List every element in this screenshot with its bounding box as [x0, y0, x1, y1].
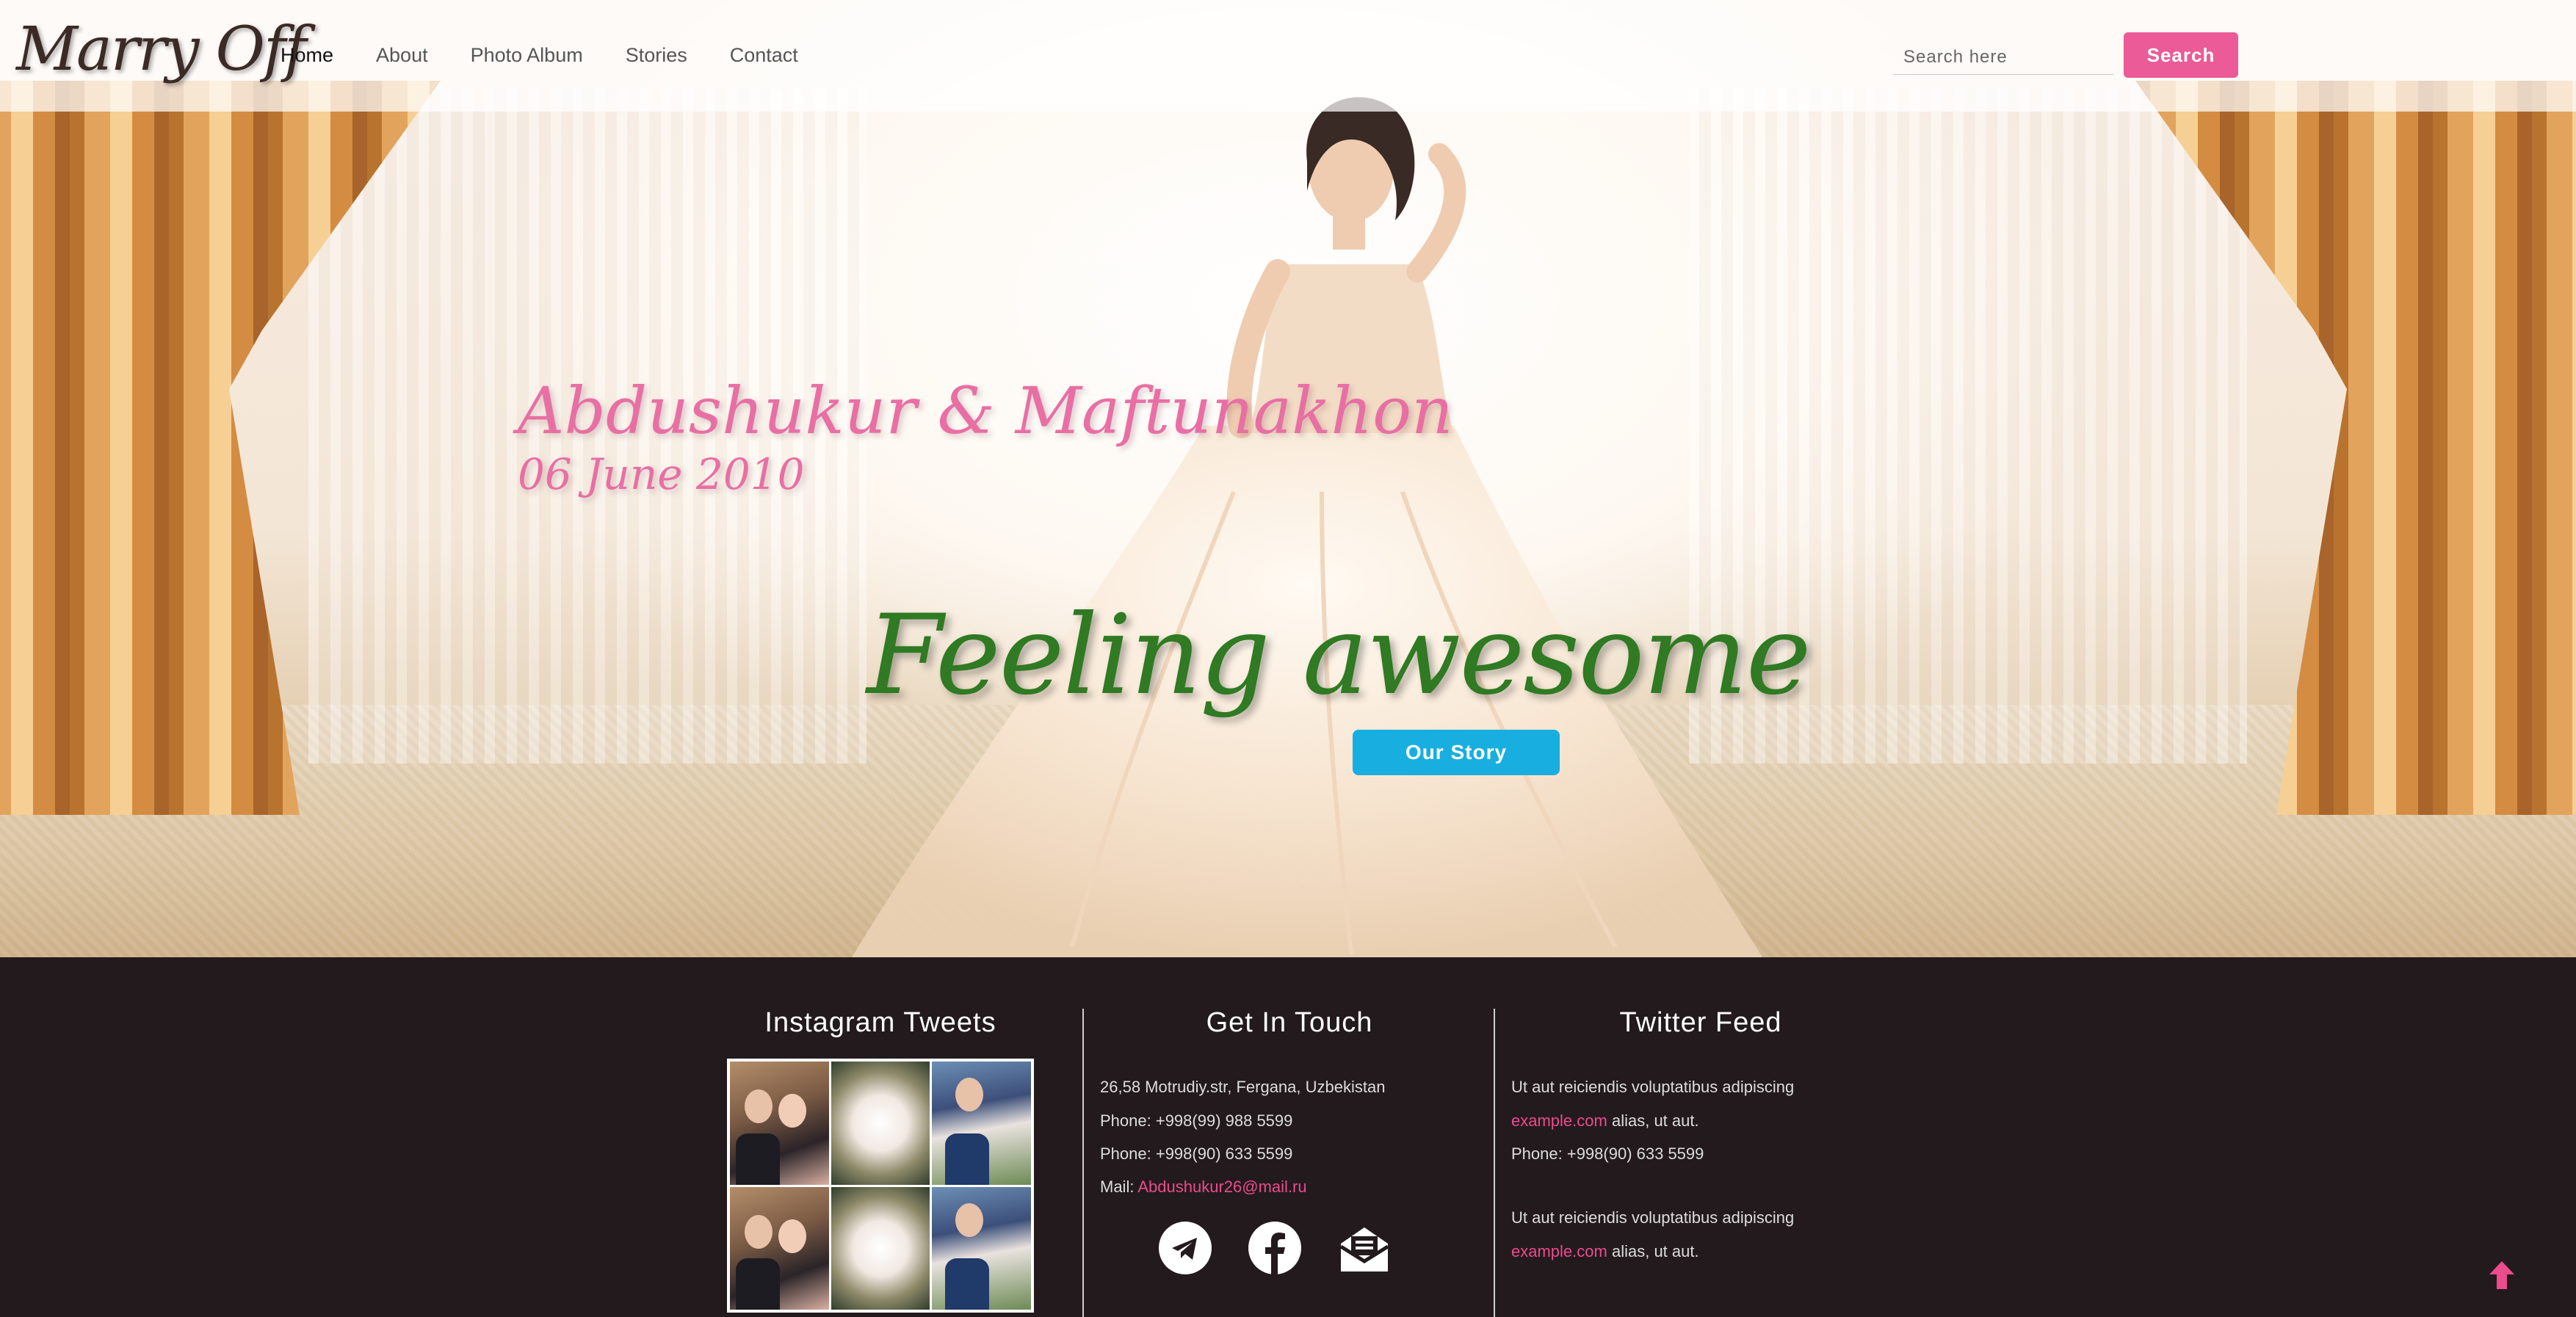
- twitter-tail-1: alias, ut aut.: [1611, 1111, 1699, 1130]
- hero-tagline: Feeling awesome: [866, 592, 1812, 719]
- instagram-photo[interactable]: [730, 1062, 829, 1185]
- instagram-photo[interactable]: [831, 1062, 930, 1185]
- contact-phone-1: Phone: +998(99) 988 5599: [1100, 1111, 1293, 1130]
- couple-names: Abdushukur & Maftunakhon: [518, 373, 1453, 449]
- site-footer: Instagram Tweets Get In Touch 26,58 Motr…: [0, 957, 2576, 1317]
- our-story-button[interactable]: Our Story: [1353, 730, 1560, 775]
- wedding-date: 06 June 2010: [518, 449, 805, 499]
- instagram-photo[interactable]: [831, 1186, 930, 1310]
- bride-figure: [852, 97, 1762, 957]
- footer-divider: [1494, 1009, 1495, 1317]
- instagram-photo[interactable]: [730, 1186, 829, 1310]
- instagram-photo[interactable]: [932, 1186, 1031, 1310]
- search-input[interactable]: [1893, 40, 2113, 75]
- mail-link[interactable]: Abdushukur26@mail.ru: [1137, 1178, 1306, 1196]
- twitter-link-1[interactable]: example.com: [1511, 1111, 1607, 1130]
- arrow-up-icon[interactable]: [2483, 1257, 2520, 1296]
- facebook-icon[interactable]: [1248, 1222, 1301, 1274]
- instagram-photo[interactable]: [932, 1062, 1031, 1185]
- top-navbar: Marry Off Home About Photo Album Stories…: [0, 0, 2576, 112]
- main-nav: Home About Photo Album Stories Contact: [281, 44, 798, 67]
- nav-item-about[interactable]: About: [376, 44, 428, 67]
- twitter-line-1: Ut aut reiciendis voluptatibus adipiscin…: [1511, 1078, 1795, 1096]
- footer-divider: [1082, 1009, 1084, 1317]
- instagram-title: Instagram Tweets: [764, 1007, 996, 1038]
- search-button[interactable]: Search: [2124, 32, 2238, 78]
- twitter-link-line-2: example.com alias, ut aut.: [1511, 1242, 1699, 1261]
- twitter-link-2[interactable]: example.com: [1511, 1242, 1607, 1260]
- hero-banner: [0, 0, 2576, 957]
- twitter-tail-2: alias, ut aut.: [1611, 1242, 1699, 1260]
- twitter-line-2: Ut aut reiciendis voluptatibus adipiscin…: [1511, 1208, 1795, 1227]
- nav-item-home[interactable]: Home: [281, 44, 333, 67]
- mail-icon[interactable]: [1338, 1222, 1391, 1274]
- contact-title: Get In Touch: [1206, 1007, 1373, 1038]
- telegram-icon[interactable]: [1159, 1222, 1212, 1274]
- twitter-title: Twitter Feed: [1619, 1007, 1782, 1038]
- mail-label: Mail:: [1100, 1178, 1135, 1196]
- contact-address: 26,58 Motrudiy.str, Fergana, Uzbekistan: [1100, 1078, 1386, 1096]
- nav-item-photo-album[interactable]: Photo Album: [471, 44, 583, 67]
- nav-item-contact[interactable]: Contact: [730, 44, 798, 67]
- contact-phone-2: Phone: +998(90) 633 5599: [1100, 1144, 1293, 1163]
- instagram-grid: [727, 1059, 1034, 1313]
- twitter-phone: Phone: +998(90) 633 5599: [1511, 1144, 1704, 1163]
- twitter-link-line-1: example.com alias, ut aut.: [1511, 1111, 1699, 1131]
- site-logo[interactable]: Marry Off: [16, 15, 307, 84]
- contact-mail: Mail: Abdushukur26@mail.ru: [1100, 1178, 1307, 1197]
- nav-item-stories[interactable]: Stories: [626, 44, 687, 67]
